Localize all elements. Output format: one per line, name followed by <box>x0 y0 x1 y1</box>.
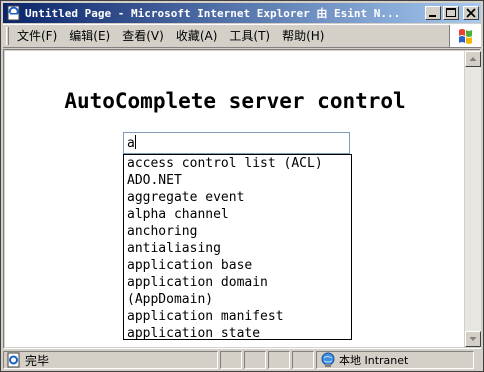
menu-file[interactable]: 文件(F) <box>15 27 63 45</box>
suggestion-item[interactable]: application state <box>124 325 351 339</box>
minimize-icon <box>429 15 436 17</box>
arrow-up-icon <box>469 57 477 61</box>
status-text: 完毕 <box>25 353 50 368</box>
security-zone-pane[interactable]: 本地 Intranet <box>316 351 474 369</box>
suggestion-item[interactable]: antialiasing <box>124 240 351 257</box>
suggestion-item[interactable]: application manifest <box>124 308 351 325</box>
page-done-icon <box>7 352 20 368</box>
arrow-down-icon <box>469 337 477 341</box>
menu-bar: 文件(F) 编辑(E) 查看(V) 收藏(A) 工具(T) 帮助(H) <box>3 24 481 48</box>
scroll-up-button[interactable] <box>465 51 481 67</box>
suggestion-item[interactable]: anchoring <box>124 223 351 240</box>
suggestion-item[interactable]: ADO.NET <box>124 172 351 189</box>
menu-edit[interactable]: 编辑(E) <box>63 27 116 45</box>
status-pane <box>268 351 290 369</box>
suggestion-item[interactable]: application base <box>124 257 351 274</box>
menu-help[interactable]: 帮助(H) <box>276 27 330 45</box>
vertical-scrollbar[interactable] <box>465 51 481 347</box>
minimize-button[interactable] <box>425 6 441 20</box>
intranet-zone-icon <box>321 352 335 367</box>
close-button[interactable] <box>463 6 479 20</box>
title-bar[interactable]: Untitled Page - Microsoft Internet Explo… <box>3 3 481 23</box>
text-caret <box>134 135 136 149</box>
ie-page-icon <box>7 5 20 21</box>
page-heading: AutoComplete server control <box>64 89 406 113</box>
status-main-pane: 完毕 <box>3 351 218 369</box>
browser-window: Untitled Page - Microsoft Internet Explo… <box>0 0 484 372</box>
status-pane <box>220 351 242 369</box>
menu-tools[interactable]: 工具(T) <box>223 27 276 45</box>
menu-favorites[interactable]: 收藏(A) <box>170 27 224 45</box>
autocomplete-input[interactable]: a <box>123 132 350 154</box>
scroll-down-button[interactable] <box>465 331 481 347</box>
content-frame: AutoComplete server control a access con… <box>3 49 481 349</box>
suggestion-item[interactable]: access control list (ACL) <box>124 155 351 172</box>
window-title: Untitled Page - Microsoft Internet Explo… <box>25 7 401 20</box>
status-pane <box>244 351 266 369</box>
maximize-button[interactable] <box>443 6 459 20</box>
menu-grip[interactable] <box>6 27 9 45</box>
autocomplete-input-value: a <box>127 136 135 151</box>
suggestion-item[interactable]: aggregate event <box>124 189 351 206</box>
menu-view[interactable]: 查看(V) <box>116 27 170 45</box>
page-content[interactable]: AutoComplete server control a access con… <box>5 51 464 347</box>
zone-label: 本地 Intranet <box>339 354 409 367</box>
status-bar: 完毕 本地 Intranet <box>3 350 481 370</box>
status-pane <box>292 351 314 369</box>
suggestion-item[interactable]: alpha channel <box>124 206 351 223</box>
suggestion-list: access control list (ACL) ADO.NET aggreg… <box>123 154 352 340</box>
suggestion-item[interactable]: application domain (AppDomain) <box>124 274 324 308</box>
maximize-icon <box>446 8 456 17</box>
windows-logo-icon <box>449 25 481 47</box>
close-icon <box>466 8 476 18</box>
